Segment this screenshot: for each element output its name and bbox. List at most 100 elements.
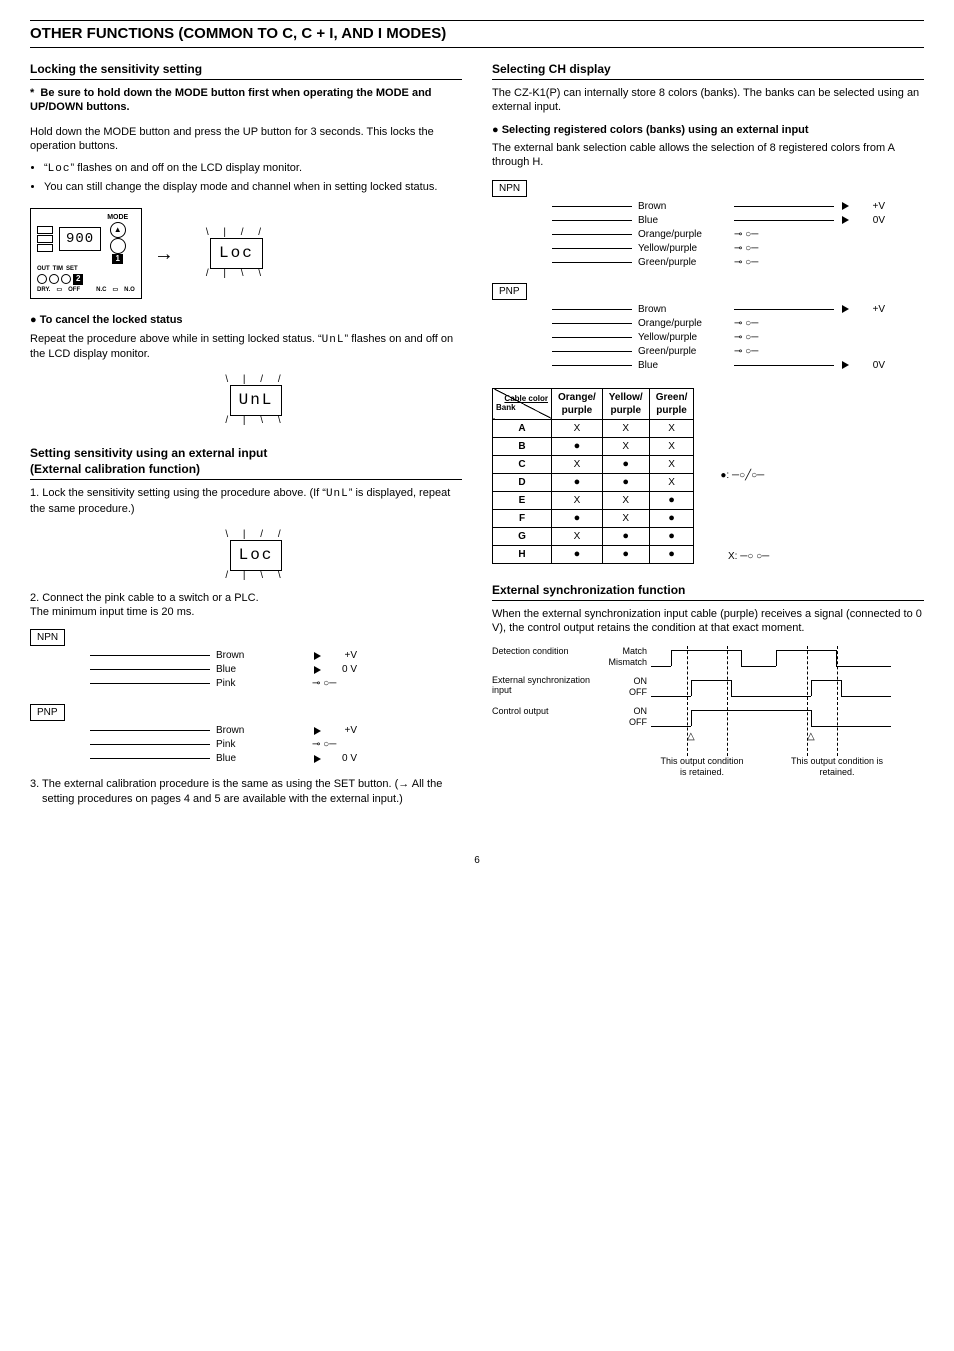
r-wire-op: Orange/purple [638, 228, 728, 241]
lcd-unl: UnL [230, 385, 283, 416]
lbl-out: OUT [37, 266, 50, 274]
extcal-h-l1: Setting sensitivity using an external in… [30, 446, 267, 460]
lcd-loc: Loc [210, 238, 263, 269]
bank-value-cell: ● [552, 509, 603, 527]
table-row: D●●X [493, 473, 694, 491]
t-on: ON [592, 676, 651, 688]
bank-cell: C [493, 455, 552, 473]
table-row: AXXX [493, 419, 694, 437]
wire-plusv: +V [327, 649, 357, 662]
wire-pink-2: Pink [216, 738, 306, 751]
bank-value-cell: ● [602, 545, 649, 563]
caution-note-text: Be sure to hold down the MODE button fir… [30, 87, 432, 113]
table-row: F●X● [493, 509, 694, 527]
bank-cell: A [493, 419, 552, 437]
bank-cell: G [493, 527, 552, 545]
t-off2: OFF [592, 717, 651, 729]
bank-value-cell: ● [649, 545, 694, 563]
page-number: 6 [30, 854, 924, 867]
wire-pink: Pink [216, 677, 306, 690]
r2-zerov: 0V [855, 359, 885, 372]
ch-paragraph: The CZ-K1(P) can internally store 8 colo… [492, 86, 924, 115]
badge-2: 2 [73, 274, 83, 284]
bank-value-cell: ● [552, 473, 603, 491]
th-yp: Yellow/ purple [602, 388, 649, 419]
left-column: Locking the sensitivity setting * Be sur… [30, 56, 462, 814]
bank-value-cell: X [602, 509, 649, 527]
sync-paragraph: When the external synchronization input … [492, 607, 924, 636]
bank-value-cell: X [552, 419, 603, 437]
r2-wire-brown: Brown [638, 303, 728, 316]
caution-note: * Be sure to hold down the MODE button f… [30, 86, 462, 115]
bank-table-diag: Cable colorBank [493, 388, 552, 419]
wire-blue: Blue [216, 663, 306, 676]
bank-cell: D [493, 473, 552, 491]
table-row: GX●● [493, 527, 694, 545]
ch-heading: Selecting CH display [492, 62, 924, 81]
step-3: 3. The external calibration procedure is… [30, 777, 462, 806]
section-title: OTHER FUNCTIONS (COMMON TO C, C + I, AND… [30, 20, 924, 48]
bank-value-cell: X [552, 527, 603, 545]
pnp-bank-wiring: PNP Brown+V Orange/purple⊸ ○─ Yellow/pur… [492, 281, 924, 372]
r-zerov: 0V [855, 214, 885, 227]
t-off: OFF [592, 687, 651, 699]
bank-cell: F [493, 509, 552, 527]
bank-value-cell: X [649, 473, 694, 491]
table-row: CX●X [493, 455, 694, 473]
device-figure-row: 900 MODE ▲ 1 OUT TIM SET [30, 202, 462, 305]
table-row: H●●● [493, 545, 694, 563]
r2-wire-yp: Yellow/purple [638, 331, 728, 344]
r-wire-gp: Green/purple [638, 256, 728, 269]
s1-seg: UnL [326, 488, 349, 500]
right-column: Selecting CH display The CZ-K1(P) can in… [492, 56, 924, 814]
cancel-heading: To cancel the locked status [30, 313, 462, 327]
leg-open: X: [728, 551, 737, 562]
flash-marks-b: / | \ \ [206, 269, 267, 279]
anno-1: This output condition is retained. [657, 756, 747, 779]
badge-1: 1 [112, 254, 122, 264]
lock-bullet-2: You can still change the display mode an… [44, 180, 462, 194]
lbl-dry: DRY. [37, 287, 50, 295]
bank-value-cell: ● [649, 491, 694, 509]
b1-post: ” flashes on and off on the LCD display … [70, 162, 302, 174]
cancel-pre: Repeat the procedure above while in sett… [30, 333, 322, 345]
sel-heading: Selecting registered colors (banks) usin… [492, 123, 924, 137]
wire-brown: Brown [216, 649, 306, 662]
bank-cell: B [493, 437, 552, 455]
th-gp: Green/ purple [649, 388, 694, 419]
bank-value-cell: ● [602, 527, 649, 545]
bank-value-cell: X [602, 419, 649, 437]
r2-wire-op: Orange/purple [638, 317, 728, 330]
bank-value-cell: X [602, 491, 649, 509]
lbl-nc: N.C [96, 287, 106, 295]
anno-2: This output condition is retained. [782, 756, 892, 779]
r2-wire-blue: Blue [638, 359, 728, 372]
bank-value-cell: X [602, 437, 649, 455]
device-screen: 900 [59, 227, 101, 251]
sync-heading: External synchronization function [492, 583, 924, 602]
bank-value-cell: X [552, 491, 603, 509]
wire-brown-2: Brown [216, 724, 306, 737]
table-row: B●XX [493, 437, 694, 455]
bank-value-cell: ● [552, 437, 603, 455]
lbl-off: OFF [68, 287, 80, 295]
bank-value-cell: X [552, 455, 603, 473]
bank-value-cell: ● [602, 455, 649, 473]
switch-legend: ●: ─○╱○─ [720, 469, 764, 482]
bank-value-cell: ● [552, 545, 603, 563]
wire-zerov: 0 V [327, 663, 357, 676]
lbl-tim: TIM [53, 266, 63, 274]
bank-table: Cable colorBank Orange/ purple Yellow/ p… [492, 388, 694, 564]
arrow-icon: → [154, 241, 174, 267]
bank-value-cell: X [649, 419, 694, 437]
lock-paragraph: Hold down the MODE button and press the … [30, 125, 462, 154]
r-wire-brown: Brown [638, 200, 728, 213]
cancel-paragraph: Repeat the procedure above while in sett… [30, 332, 462, 362]
wire-plusv-2: +V [327, 724, 357, 737]
leg-closed: ●: [720, 470, 729, 481]
r-plusv: +V [855, 200, 885, 213]
bank-cell: H [493, 545, 552, 563]
mode-label: MODE [107, 213, 128, 222]
wire-blue-2: Blue [216, 752, 306, 765]
npn-label: NPN [30, 629, 65, 646]
